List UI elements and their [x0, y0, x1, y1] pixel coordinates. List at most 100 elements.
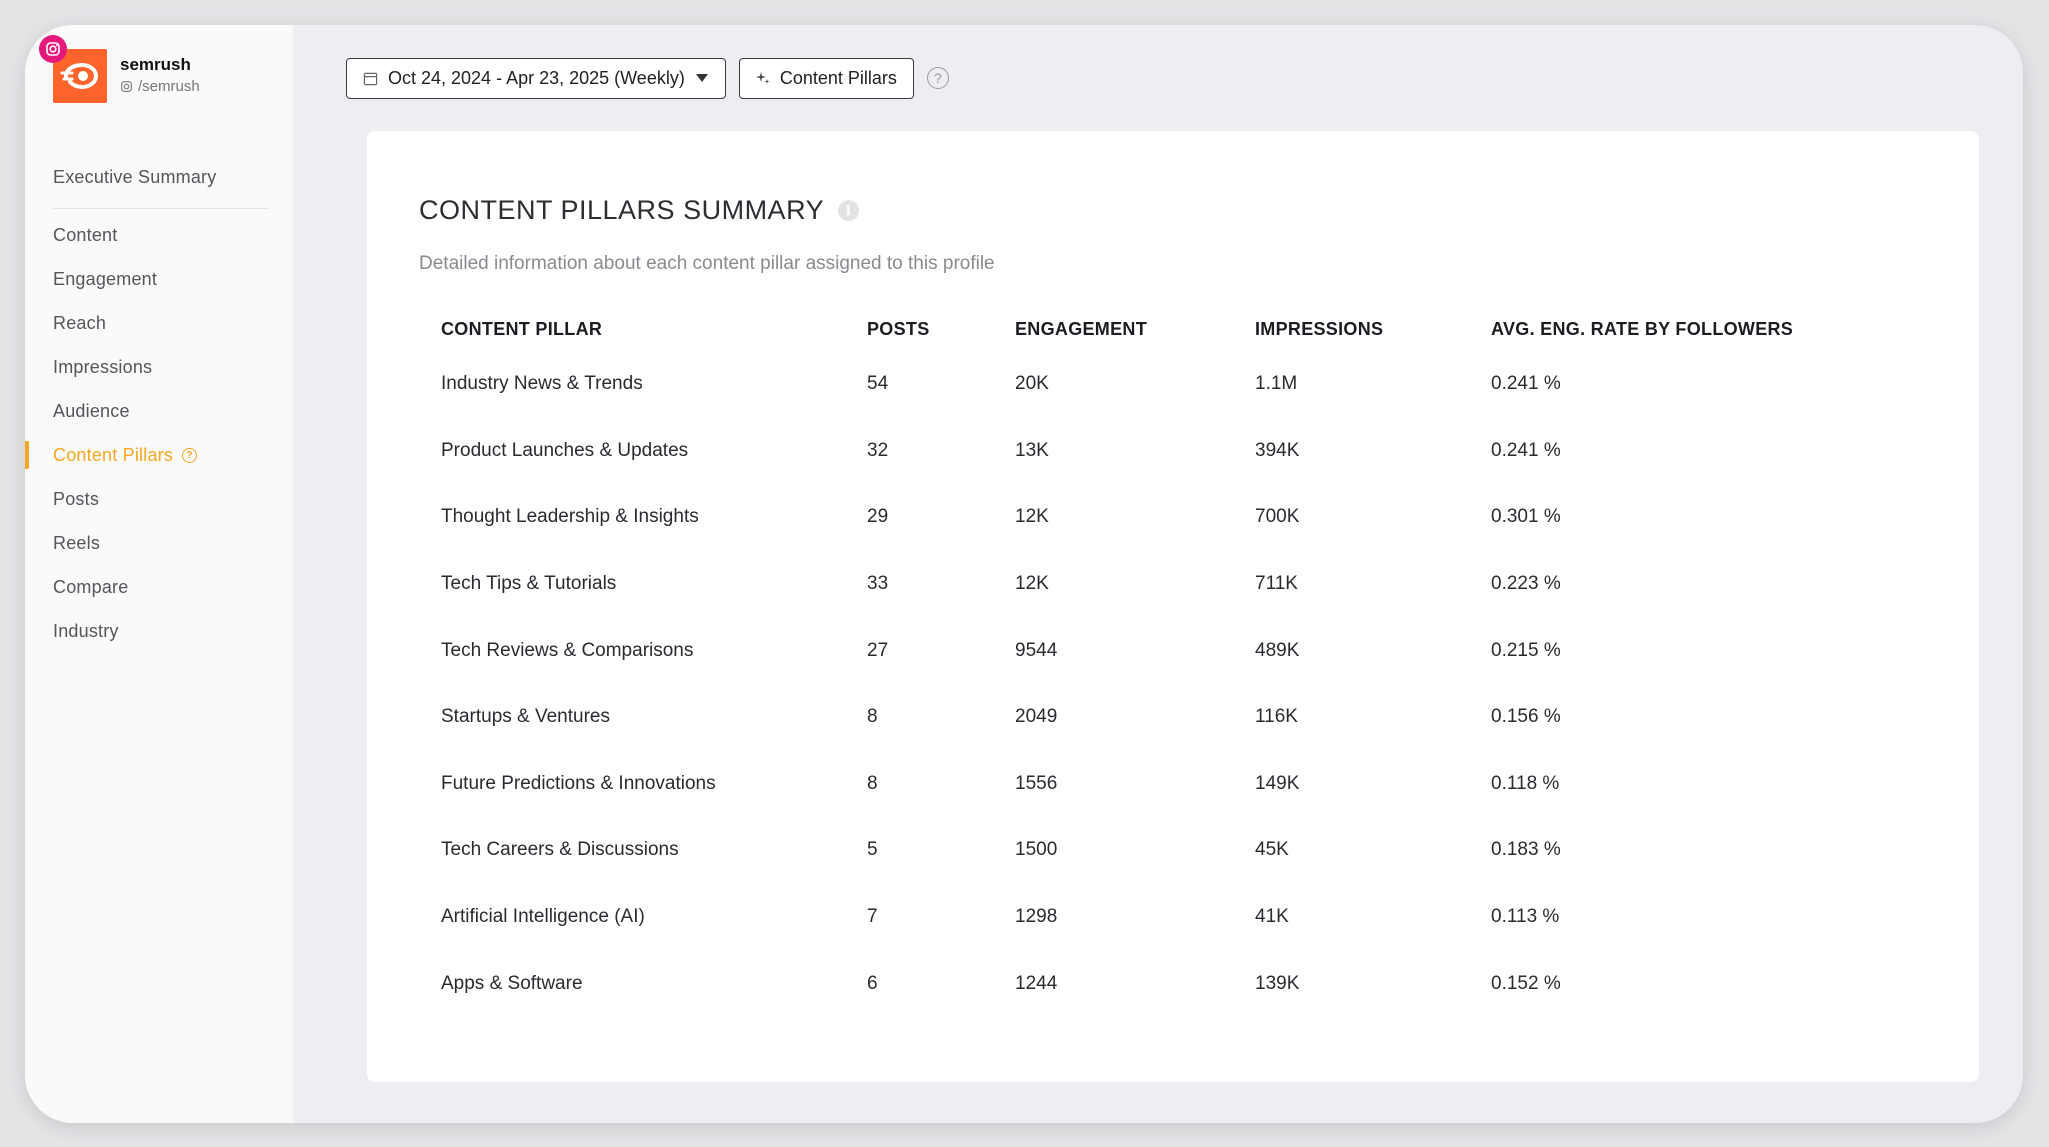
sidebar-item-label: Industry — [53, 620, 119, 641]
column-header-posts: POSTS — [867, 318, 930, 339]
sidebar-item-label: Engagement — [53, 268, 158, 289]
content-pillars-button[interactable]: Content Pillars — [738, 57, 914, 99]
engagement-cell: 1244 — [1015, 972, 1058, 994]
pillar-name: Product Launches & Updates — [441, 439, 689, 461]
eng-rate-cell: 0.301 % — [1491, 506, 1561, 528]
impressions-cell: 394K — [1255, 439, 1300, 461]
posts-cell: 8 — [867, 772, 878, 794]
posts-cell: 7 — [867, 906, 878, 928]
eng-rate-cell: 0.118 % — [1491, 772, 1560, 794]
pillar-name: Tech Tips & Tutorials — [441, 573, 617, 595]
eng-rate-cell: 0.241 % — [1491, 373, 1561, 395]
table-row: Thought Leadership & Insights 29 12K 700… — [419, 484, 1919, 551]
nav-divider — [53, 208, 269, 209]
column-header-content-pillar: CONTENT PILLAR — [441, 318, 603, 339]
date-range-picker[interactable]: Oct 24, 2024 - Apr 23, 2025 (Weekly) — [346, 57, 726, 99]
pillar-name: Tech Careers & Discussions — [441, 839, 679, 861]
table-row: Industry News & Trends 54 20K 1.1M 0.241… — [419, 351, 1919, 418]
impressions-cell: 41K — [1255, 906, 1289, 928]
engagement-cell: 1500 — [1015, 839, 1058, 861]
content-pillars-table: CONTENT PILLAR POSTS ENGAGEMENT IMPRESSI… — [419, 307, 1919, 1017]
column-header-avg-eng-rate: AVG. ENG. RATE BY FOLLOWERS — [1491, 318, 1794, 339]
impressions-cell: 700K — [1255, 506, 1300, 528]
table-row: Artificial Intelligence (AI) 7 1298 41K … — [419, 884, 1919, 951]
impressions-cell: 116K — [1255, 706, 1298, 728]
impressions-cell: 489K — [1255, 639, 1300, 661]
impressions-cell: 149K — [1255, 772, 1300, 794]
table-row: Tech Careers & Discussions 5 1500 45K 0.… — [419, 817, 1919, 884]
posts-cell: 27 — [867, 639, 889, 661]
sidebar-item-executive-summary[interactable]: Executive Summary — [25, 155, 293, 209]
sidebar-item-label: Impressions — [53, 356, 153, 377]
posts-cell: 32 — [867, 439, 889, 461]
sidebar-item-reels[interactable]: Reels — [25, 521, 293, 565]
sidebar-item-content-pillars[interactable]: Content Pillars ? — [25, 433, 293, 477]
sidebar-item-impressions[interactable]: Impressions — [25, 345, 293, 389]
info-icon[interactable]: i — [838, 200, 860, 221]
summary-subtitle: Detailed information about each content … — [419, 253, 995, 274]
sidebar-item-label: Reels — [53, 532, 101, 553]
posts-cell: 8 — [867, 706, 878, 728]
table-row: Product Launches & Updates 32 13K 394K 0… — [419, 418, 1919, 485]
pillar-name: Future Predictions & Innovations — [441, 772, 716, 794]
profile-name: semrush — [120, 55, 191, 74]
engagement-cell: 1556 — [1015, 772, 1058, 794]
eng-rate-cell: 0.215 % — [1491, 639, 1561, 661]
content-pillars-label: Content Pillars — [779, 67, 897, 88]
sidebar-item-content[interactable]: Content — [25, 213, 293, 257]
impressions-cell: 1.1M — [1255, 373, 1298, 395]
eng-rate-cell: 0.183 % — [1491, 839, 1561, 861]
pillar-name: Artificial Intelligence (AI) — [441, 906, 645, 928]
engagement-cell: 9544 — [1015, 639, 1058, 661]
profile-handle-row: /semrush — [120, 78, 200, 95]
engagement-cell: 12K — [1015, 506, 1049, 528]
pillar-name: Tech Reviews & Comparisons — [441, 639, 694, 661]
app-window: semrush /semrush Executive Summary Conte… — [25, 25, 2023, 1123]
posts-cell: 54 — [867, 373, 889, 395]
table-row: Tech Tips & Tutorials 33 12K 711K 0.223 … — [419, 551, 1919, 618]
help-icon[interactable]: ? — [182, 447, 198, 463]
sidebar-item-compare[interactable]: Compare — [25, 565, 293, 609]
sidebar-item-engagement[interactable]: Engagement — [25, 257, 293, 301]
engagement-cell: 2049 — [1015, 706, 1058, 728]
posts-cell: 6 — [867, 972, 878, 994]
eng-rate-cell: 0.113 % — [1491, 906, 1560, 928]
pillar-name: Apps & Software — [441, 972, 583, 994]
posts-cell: 29 — [867, 506, 889, 528]
engagement-cell: 20K — [1015, 373, 1049, 395]
sidebar-item-audience[interactable]: Audience — [25, 389, 293, 433]
toolbar: Oct 24, 2024 - Apr 23, 2025 (Weekly) Con… — [346, 57, 949, 99]
date-range-label: Oct 24, 2024 - Apr 23, 2025 (Weekly) — [388, 67, 685, 88]
sidebar-item-industry[interactable]: Industry — [25, 609, 293, 653]
page-title: CONTENT PILLARS SUMMARY — [419, 195, 825, 225]
sidebar-item-label: Reach — [53, 312, 107, 333]
profile-header[interactable]: semrush /semrush — [39, 35, 273, 109]
engagement-cell: 12K — [1015, 573, 1049, 595]
content-pillars-summary-card: CONTENT PILLARS SUMMARY i Detailed infor… — [367, 131, 1979, 1082]
impressions-cell: 711K — [1255, 573, 1298, 595]
eng-rate-cell: 0.156 % — [1491, 706, 1561, 728]
sidebar-item-posts[interactable]: Posts — [25, 477, 293, 521]
sidebar-item-label: Audience — [53, 400, 130, 421]
engagement-cell: 1298 — [1015, 906, 1058, 928]
impressions-cell: 139K — [1255, 972, 1300, 994]
sidebar-item-label: Compare — [53, 576, 129, 597]
sparkle-icon — [755, 72, 770, 84]
help-icon[interactable]: ? — [926, 67, 949, 89]
table-row: Future Predictions & Innovations 8 1556 … — [419, 751, 1919, 818]
sidebar-item-reach[interactable]: Reach — [25, 301, 293, 345]
table-row: Startups & Ventures 8 2049 116K 0.156 % — [419, 684, 1919, 751]
posts-cell: 5 — [867, 839, 878, 861]
pillar-name: Thought Leadership & Insights — [441, 506, 699, 528]
table-header-row: CONTENT PILLAR POSTS ENGAGEMENT IMPRESSI… — [419, 307, 1919, 351]
eng-rate-cell: 0.241 % — [1491, 439, 1561, 461]
summary-title-row: CONTENT PILLARS SUMMARY i — [419, 195, 860, 226]
column-header-impressions: IMPRESSIONS — [1255, 318, 1384, 339]
pillar-name: Startups & Ventures — [441, 706, 610, 728]
instagram-small-icon — [120, 80, 133, 93]
calendar-icon — [363, 72, 378, 85]
sidebar-item-label: Content — [53, 224, 118, 245]
eng-rate-cell: 0.223 % — [1491, 573, 1561, 595]
chevron-down-icon — [695, 74, 708, 82]
engagement-cell: 13K — [1015, 439, 1049, 461]
